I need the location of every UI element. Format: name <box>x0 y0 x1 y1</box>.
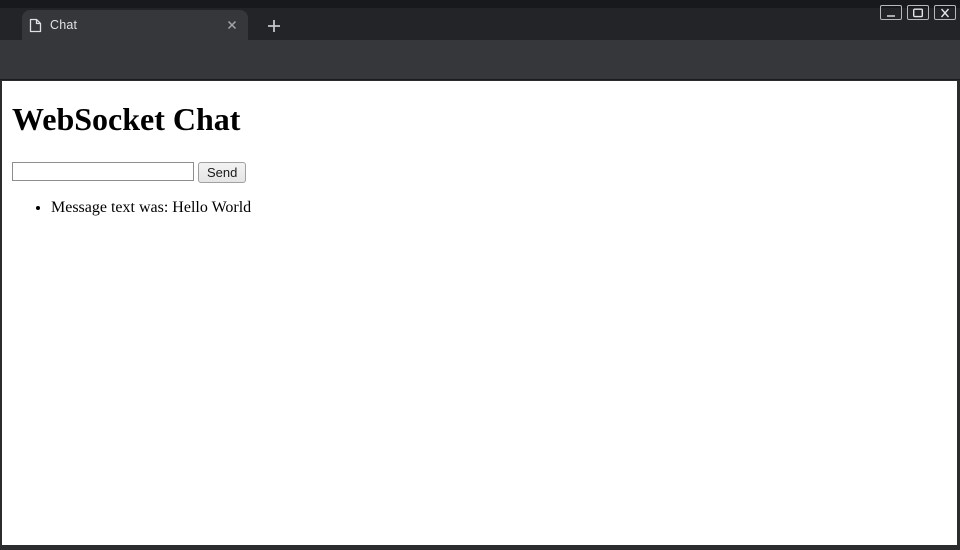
send-button[interactable]: Send <box>198 162 246 183</box>
maximize-icon <box>912 8 924 18</box>
minimize-icon <box>885 8 897 18</box>
window-controls <box>880 5 956 20</box>
message-list: Message text was: Hello World <box>10 199 949 217</box>
navigation-toolbar: 127.0.0.1:8000 ☆ <box>0 40 960 80</box>
tab-close-button[interactable] <box>224 17 240 33</box>
browser-window: Chat 127.0.0.1:8000 ☆ <box>0 0 960 550</box>
minimize-button[interactable] <box>880 5 902 20</box>
tab-title: Chat <box>50 18 224 32</box>
message-input[interactable] <box>12 162 194 181</box>
page-title: WebSocket Chat <box>12 101 949 138</box>
tab-chat[interactable]: Chat <box>22 10 248 40</box>
message-item: Message text was: Hello World <box>51 199 949 217</box>
close-icon <box>939 8 951 18</box>
plus-icon <box>267 19 281 33</box>
tab-close-icon <box>227 20 237 30</box>
new-tab-button[interactable] <box>262 14 286 38</box>
message-form: Send <box>12 162 949 183</box>
maximize-button[interactable] <box>907 5 929 20</box>
window-frame-top <box>0 0 960 8</box>
document-favicon-icon <box>29 18 42 33</box>
page-content: WebSocket Chat Send Message text was: He… <box>2 81 957 545</box>
close-button[interactable] <box>934 5 956 20</box>
